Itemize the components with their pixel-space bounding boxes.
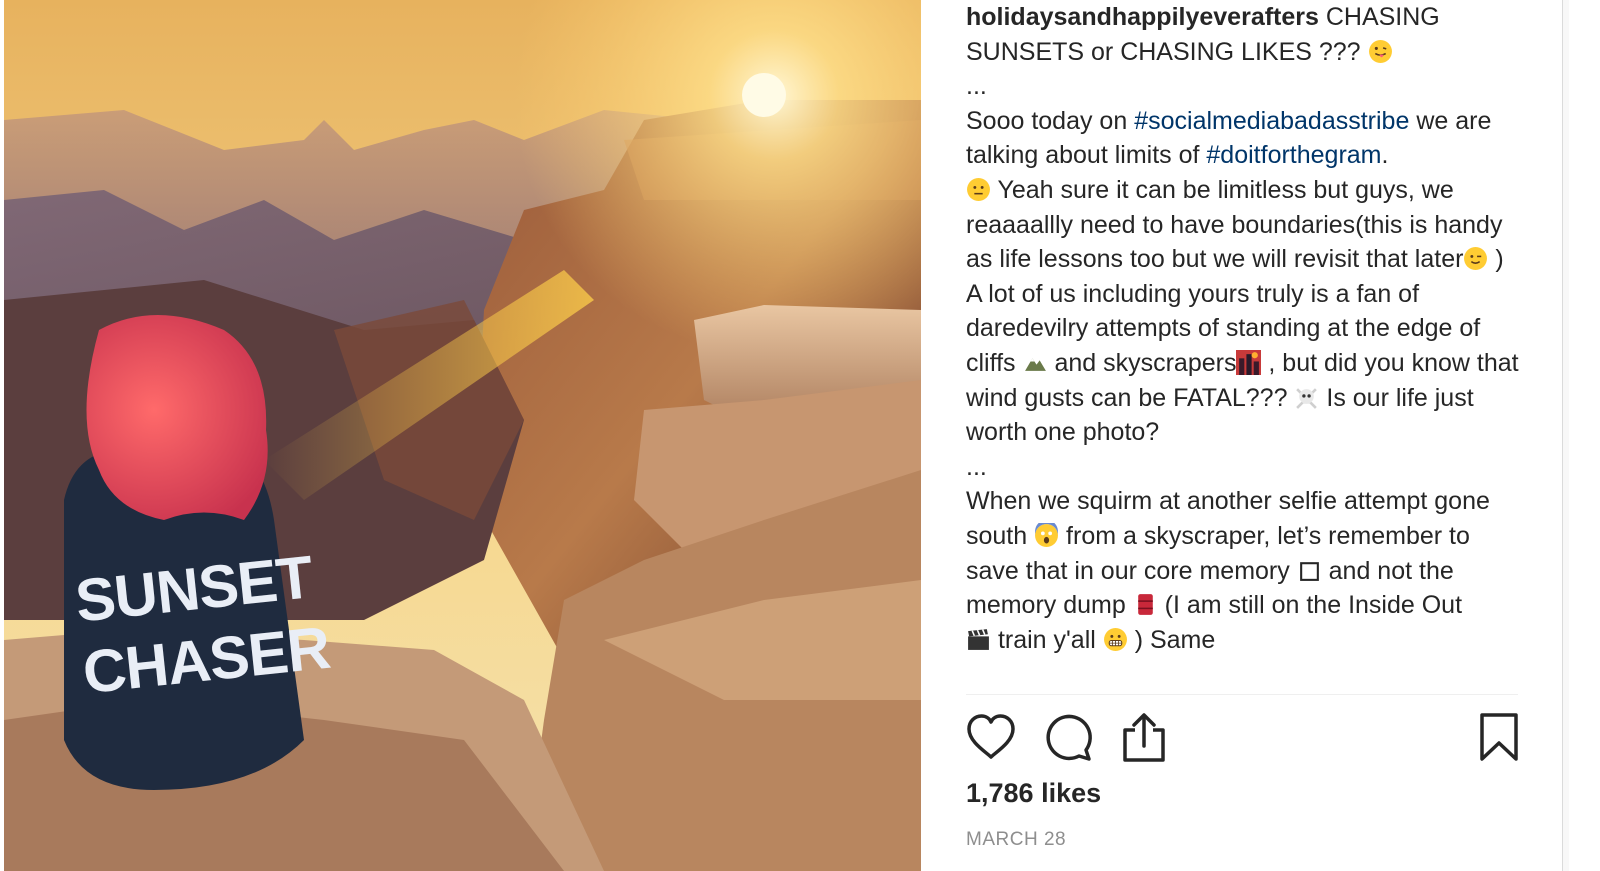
empty-box-glyph-icon bbox=[1299, 561, 1319, 581]
post-date[interactable]: MARCH 28 bbox=[966, 829, 1066, 851]
cityscape-emoji-icon bbox=[1236, 349, 1262, 375]
hashtag-doitforthegram[interactable]: #doitforthegram bbox=[1206, 141, 1381, 169]
comment-button[interactable] bbox=[1044, 712, 1094, 766]
tongue-emoji-icon bbox=[1368, 39, 1392, 63]
wink-emoji-icon bbox=[1464, 247, 1488, 271]
caption-text: . bbox=[1381, 141, 1389, 170]
share-button[interactable] bbox=[1120, 712, 1170, 766]
caption-text: and skyscrapers bbox=[1047, 348, 1237, 377]
caption-text: Yeah sure it can be limitless but guys, … bbox=[966, 175, 1503, 274]
like-count[interactable]: 1,786 likes bbox=[966, 778, 1101, 809]
username-link[interactable]: holidaysandhappilyeverafters bbox=[966, 3, 1319, 31]
neutral-face-emoji-icon bbox=[967, 178, 990, 201]
share-icon bbox=[1123, 713, 1165, 762]
caption-text: ) bbox=[1488, 245, 1504, 274]
caption-paragraph-2: A lot of us including yours truly is a f… bbox=[966, 277, 1526, 450]
caption-paragraph-1: Sooo today on #socialmediabadasstribe we… bbox=[966, 104, 1526, 277]
post-actions bbox=[966, 712, 1521, 766]
caption-text: Sooo today on bbox=[966, 106, 1135, 135]
bookmark-icon bbox=[1480, 713, 1518, 761]
heart-icon bbox=[967, 714, 1015, 759]
instagram-post: SUNSET CHASER holidaysandhappilyeverafte… bbox=[0, 0, 1600, 871]
post-details-panel: holidaysandhappilyeverafters CHASING SUN… bbox=[921, 0, 1566, 871]
caption-text: train y'all bbox=[991, 625, 1103, 654]
save-button[interactable] bbox=[1474, 712, 1524, 766]
caption-text: (I am still on the Inside Out bbox=[1157, 591, 1463, 620]
ellipsis-1: ... bbox=[966, 72, 987, 101]
clapper-board-emoji-icon bbox=[968, 628, 989, 650]
red-hair bbox=[86, 315, 268, 520]
shirt-print: SUNSET CHASER bbox=[72, 541, 333, 709]
post-caption: holidaysandhappilyeverafters CHASING SUN… bbox=[966, 0, 1526, 694]
hashtag-socialmediabadasstribe[interactable]: #socialmediabadasstribe bbox=[1134, 107, 1409, 135]
post-photo[interactable]: SUNSET CHASER bbox=[4, 0, 921, 871]
scrollbar[interactable] bbox=[1562, 0, 1569, 871]
skull-crossbones-emoji-icon bbox=[1296, 387, 1318, 409]
grand-canyon-sunset-image bbox=[4, 0, 921, 871]
screaming-face-emoji-icon bbox=[1035, 522, 1059, 547]
caption-paragraph-3: When we squirm at another selfie attempt… bbox=[966, 484, 1526, 657]
like-button[interactable] bbox=[966, 712, 1016, 766]
caption-text: ) Same bbox=[1127, 625, 1216, 654]
comment-icon bbox=[1046, 714, 1092, 761]
ellipsis-2: ... bbox=[966, 452, 987, 481]
caption-header: holidaysandhappilyeverafters CHASING SUN… bbox=[966, 0, 1526, 69]
grimacing-face-emoji-icon bbox=[1103, 627, 1127, 651]
divider bbox=[966, 694, 1518, 695]
oil-drum-emoji-icon bbox=[1137, 594, 1153, 616]
mountain-emoji-icon bbox=[1024, 358, 1046, 371]
